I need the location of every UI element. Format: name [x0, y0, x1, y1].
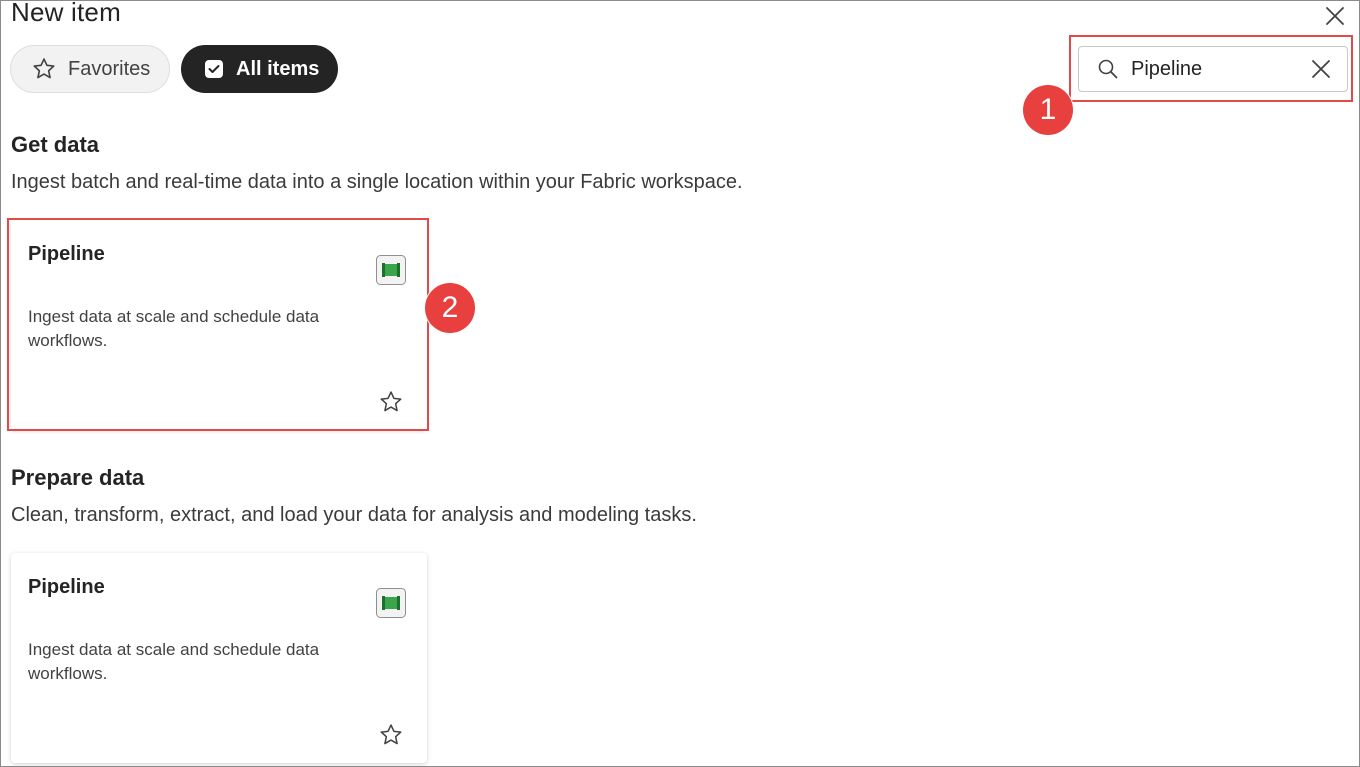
all-items-filter-button[interactable]: All items [181, 45, 338, 93]
favorite-star-button[interactable] [378, 722, 404, 748]
section-description-prepare-data: Clean, transform, extract, and load your… [11, 504, 697, 526]
close-icon [1325, 6, 1345, 26]
section-title-prepare-data: Prepare data [11, 465, 145, 490]
dialog-title: New item [11, 0, 121, 27]
card-description: Ingest data at scale and schedule data w… [28, 640, 320, 683]
annotation-badge-1: 1 [1023, 85, 1073, 135]
card-highlight-box [7, 218, 429, 431]
section-title-get-data: Get data [11, 132, 100, 157]
all-items-icon [203, 58, 225, 80]
favorites-filter-button[interactable]: Favorites [10, 45, 170, 93]
star-icon [380, 724, 402, 745]
star-icon [31, 56, 57, 82]
card-title: Pipeline [28, 576, 105, 598]
all-items-label: All items [236, 57, 320, 80]
item-card-pipeline[interactable]: Pipeline Ingest data at scale and schedu… [11, 553, 427, 763]
close-button[interactable] [1322, 4, 1348, 28]
annotation-badge-2: 2 [425, 283, 475, 333]
search-highlight-box [1069, 35, 1353, 102]
section-description-get-data: Ingest batch and real-time data into a s… [11, 171, 743, 193]
favorites-label: Favorites [68, 57, 151, 80]
pipeline-icon [376, 588, 406, 618]
